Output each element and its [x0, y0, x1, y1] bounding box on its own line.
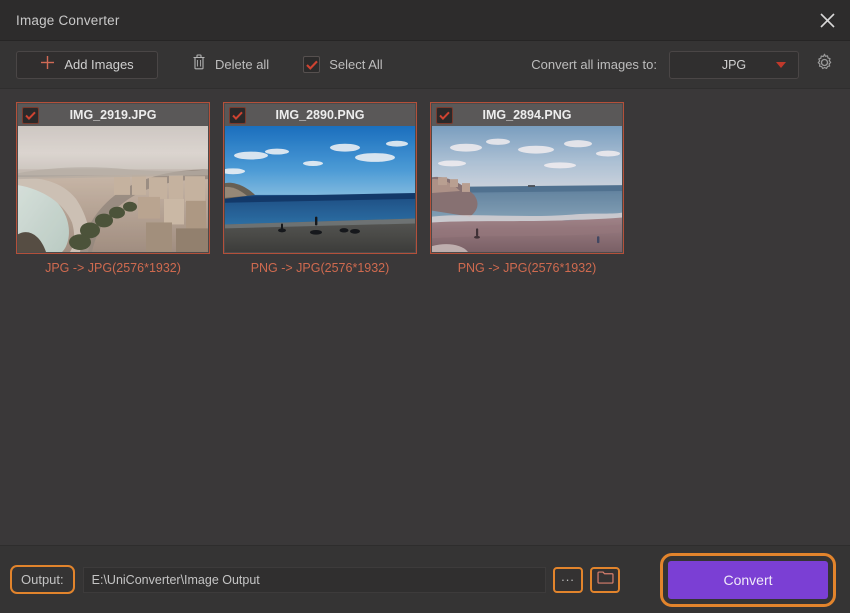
convert-button[interactable]: Convert	[668, 561, 828, 599]
format-select[interactable]: JPG	[669, 51, 799, 79]
close-button[interactable]	[804, 0, 850, 40]
checkmark-icon	[232, 111, 243, 120]
image-card-header: IMG_2919.JPG	[18, 104, 208, 126]
image-converter-window: Image Converter Add Images	[0, 0, 850, 613]
toolbar: Add Images Delete all Select All Conv	[0, 41, 850, 89]
open-folder-button[interactable]	[590, 567, 620, 593]
folder-icon	[597, 570, 614, 589]
checkmark-icon	[306, 60, 318, 70]
image-card-header: IMG_2890.PNG	[225, 104, 415, 126]
title-bar: Image Converter	[0, 0, 850, 41]
image-thumbnail	[432, 126, 622, 252]
select-all-checkbox[interactable]: Select All	[303, 56, 382, 73]
add-images-button[interactable]: Add Images	[16, 51, 158, 79]
gear-icon	[815, 53, 834, 77]
trash-icon	[192, 54, 206, 75]
plus-icon	[40, 55, 55, 75]
delete-all-label: Delete all	[215, 57, 269, 72]
image-card-checkbox[interactable]	[436, 107, 453, 124]
image-card-checkbox[interactable]	[22, 107, 39, 124]
output-label: Output:	[10, 565, 75, 594]
ellipsis-icon: ...	[561, 573, 575, 587]
convert-button-highlight: Convert	[660, 553, 836, 607]
add-images-label: Add Images	[64, 57, 133, 72]
delete-all-button[interactable]: Delete all	[192, 54, 269, 75]
image-card-checkbox[interactable]	[229, 107, 246, 124]
image-card-conversion: PNG -> JPG(2576*1932)	[223, 254, 417, 275]
window-title: Image Converter	[0, 13, 120, 28]
select-all-label: Select All	[329, 57, 382, 72]
image-list-area: IMG_2919.JPG	[0, 89, 850, 545]
select-all-checkbox-box[interactable]	[303, 56, 320, 73]
image-card-filename: IMG_2894.PNG	[432, 108, 622, 122]
checkmark-icon	[439, 111, 450, 120]
image-card-filename: IMG_2919.JPG	[18, 108, 208, 122]
image-card[interactable]: IMG_2894.PNG	[430, 102, 624, 275]
image-card-grid: IMG_2919.JPG	[16, 102, 850, 275]
blue-sky-beach-image	[225, 126, 415, 252]
close-icon	[819, 12, 836, 29]
browse-button[interactable]: ...	[553, 567, 583, 593]
image-card-frame: IMG_2890.PNG	[223, 102, 417, 254]
bottom-bar: Output: E:\UniConverter\Image Output ...…	[0, 545, 850, 613]
chevron-down-icon	[776, 62, 786, 68]
nice-promenade-aerial-image	[18, 126, 208, 252]
image-card-frame: IMG_2894.PNG	[430, 102, 624, 254]
image-card-conversion: JPG -> JPG(2576*1932)	[16, 254, 210, 275]
image-card-frame: IMG_2919.JPG	[16, 102, 210, 254]
image-card-filename: IMG_2890.PNG	[225, 108, 415, 122]
pink-dusk-beach-image	[432, 126, 622, 252]
image-card-conversion: PNG -> JPG(2576*1932)	[430, 254, 624, 275]
image-thumbnail	[18, 126, 208, 252]
checkmark-icon	[25, 111, 36, 120]
output-path-input[interactable]: E:\UniConverter\Image Output	[83, 567, 546, 593]
image-thumbnail	[225, 126, 415, 252]
convert-all-label: Convert all images to:	[531, 57, 657, 72]
format-select-value: JPG	[722, 58, 746, 72]
image-card-header: IMG_2894.PNG	[432, 104, 622, 126]
image-card[interactable]: IMG_2890.PNG	[223, 102, 417, 275]
settings-button[interactable]	[812, 53, 836, 77]
image-card[interactable]: IMG_2919.JPG	[16, 102, 210, 275]
